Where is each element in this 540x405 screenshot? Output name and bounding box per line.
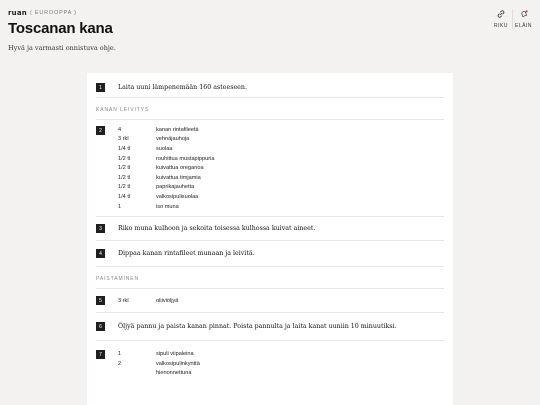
ingredient-name: suolaa <box>156 145 173 152</box>
section-heading: PAISTAMINEN <box>96 267 444 290</box>
recipe-intro: Hyvä ja varmasti onnistuva ohje. <box>8 44 116 52</box>
ingredient-name: valkosipulisuolaa <box>156 193 199 200</box>
ingredient-row: 1/4 tl valkosipulisuolaa <box>118 192 214 202</box>
ingredient-name: kanan rintafileetä <box>156 126 199 133</box>
ingredient-row: 1/4 tl suolaa <box>118 144 214 154</box>
step-number: 2 <box>96 126 105 135</box>
ingredient-name: iso muna <box>156 203 179 210</box>
ingredient-name: vehnäjauhoja <box>156 136 190 143</box>
ingredient-amount: 1 <box>118 203 122 210</box>
ingredient-row: 3 rkl vehnäjauhoja <box>118 135 214 145</box>
step-3: 3 Riko muna kulhoon ja sekoita toisessa … <box>96 217 444 242</box>
step-number: 6 <box>96 322 105 332</box>
step-number: 4 <box>96 249 105 259</box>
step-text: Laita uuni lämpenemään 160 asteeseen. <box>118 84 247 91</box>
recipe-card: 1 Laita uuni lämpenemään 160 asteeseen. … <box>87 73 453 405</box>
ingredient-row: 1/2 tl kuivattua oreganoa <box>118 163 214 173</box>
ingredient-row: 1/2 tl kuivattua timjamia <box>118 173 214 183</box>
step-4: 4 Dippaa kanan rintafileet munaan ja lei… <box>96 241 444 268</box>
ingredient-row: 2 valkosipulinkynttä <box>118 359 200 369</box>
step-text: Riko muna kulhoon ja sekoita toisessa ku… <box>118 225 316 233</box>
ingredient-list: 1 sipuli viipaleina 2 valkosipulinkynttä h… <box>118 349 200 378</box>
ingredient-row: 1 sipuli viipaleina <box>118 349 200 359</box>
ingredient-row: 4 kanan rintafileetä <box>118 125 214 135</box>
link-icon <box>497 10 505 18</box>
ingredient-row: 1 iso muna <box>118 202 214 212</box>
page-title: Toscanan kana <box>8 20 113 37</box>
bell-icon <box>521 10 528 18</box>
ingredient-row: 1/2 tl rouhittua mustapippuria <box>118 154 214 164</box>
ingredient-amount: 1/2 tl <box>118 174 131 181</box>
ingredient-amount: 1/4 tl <box>118 193 131 200</box>
ingredient-name: hienonnettuna <box>156 370 192 377</box>
ingredient-amount: 2 <box>118 360 122 367</box>
ingredient-amount: 1/4 tl <box>118 145 131 152</box>
step-6: 6 Öljyä pannu ja paista kanan pinnat. Po… <box>96 313 444 342</box>
step-7: 7 1 sipuli viipaleina 2 valkosipulinkynttä… <box>96 341 444 383</box>
ingredient-amount: 3 rkl <box>118 136 129 143</box>
breadcrumb[interactable]: ( EUROOPPA ) <box>30 10 77 16</box>
elain-label: ELÄIN <box>515 23 532 29</box>
ingredient-name: rouhittua mustapippuria <box>156 155 215 162</box>
ingredient-name: paprikajauhetta <box>156 184 195 191</box>
step-number: 3 <box>96 224 105 234</box>
ingredient-name: kuivattua oreganoa <box>156 165 204 172</box>
elain-button[interactable]: ELÄIN <box>512 9 534 29</box>
top-bar: ruan ( EUROOPPA ) <box>8 6 532 20</box>
step-2: 2 4 kanan rintafileetä 3 rkl vehnäjauhoja … <box>96 120 444 218</box>
ingredient-name: oliiviöljyä <box>156 297 179 304</box>
ingredient-amount: 1/2 tl <box>118 184 131 191</box>
step-number: 5 <box>96 296 105 306</box>
ingredient-name: valkosipulinkynttä <box>156 360 200 367</box>
ingredient-amount: 3 rkl <box>118 297 129 304</box>
ingredient-amount: 1/2 tl <box>118 165 131 172</box>
ingredient-amount: 1/2 tl <box>118 155 131 162</box>
logo[interactable]: ruan <box>8 9 27 17</box>
step-5: 5 3 rkl oliiviöljyä <box>96 289 444 314</box>
ingredient-list: 4 kanan rintafileetä 3 rkl vehnäjauhoja 1/… <box>118 125 214 211</box>
ingredient-row: 1/2 tl paprikajauhetta <box>118 183 214 193</box>
ingredient-amount: 1 <box>118 351 122 358</box>
section-heading: KANAN LEIVITYS <box>96 98 444 120</box>
step-number: 7 <box>96 350 105 360</box>
ingredient-amount: 4 <box>118 126 122 133</box>
riku-label: RIKU <box>494 23 508 29</box>
ingredient-name: sipuli viipaleina <box>156 351 194 358</box>
riku-button[interactable]: RIKU <box>490 9 512 29</box>
step-1: 1 Laita uuni lämpenemään 160 asteeseen. <box>96 79 444 98</box>
header-actions: RIKU ELÄIN <box>490 9 534 29</box>
ingredient-row: hienonnettuna <box>118 369 200 379</box>
ingredient-name: kuivattua timjamia <box>156 174 201 181</box>
step-text: Dippaa kanan rintafileet munaan ja leivi… <box>118 250 255 258</box>
step-text: Öljyä pannu ja paista kanan pinnat. Pois… <box>118 323 397 331</box>
step-number: 1 <box>96 83 105 92</box>
